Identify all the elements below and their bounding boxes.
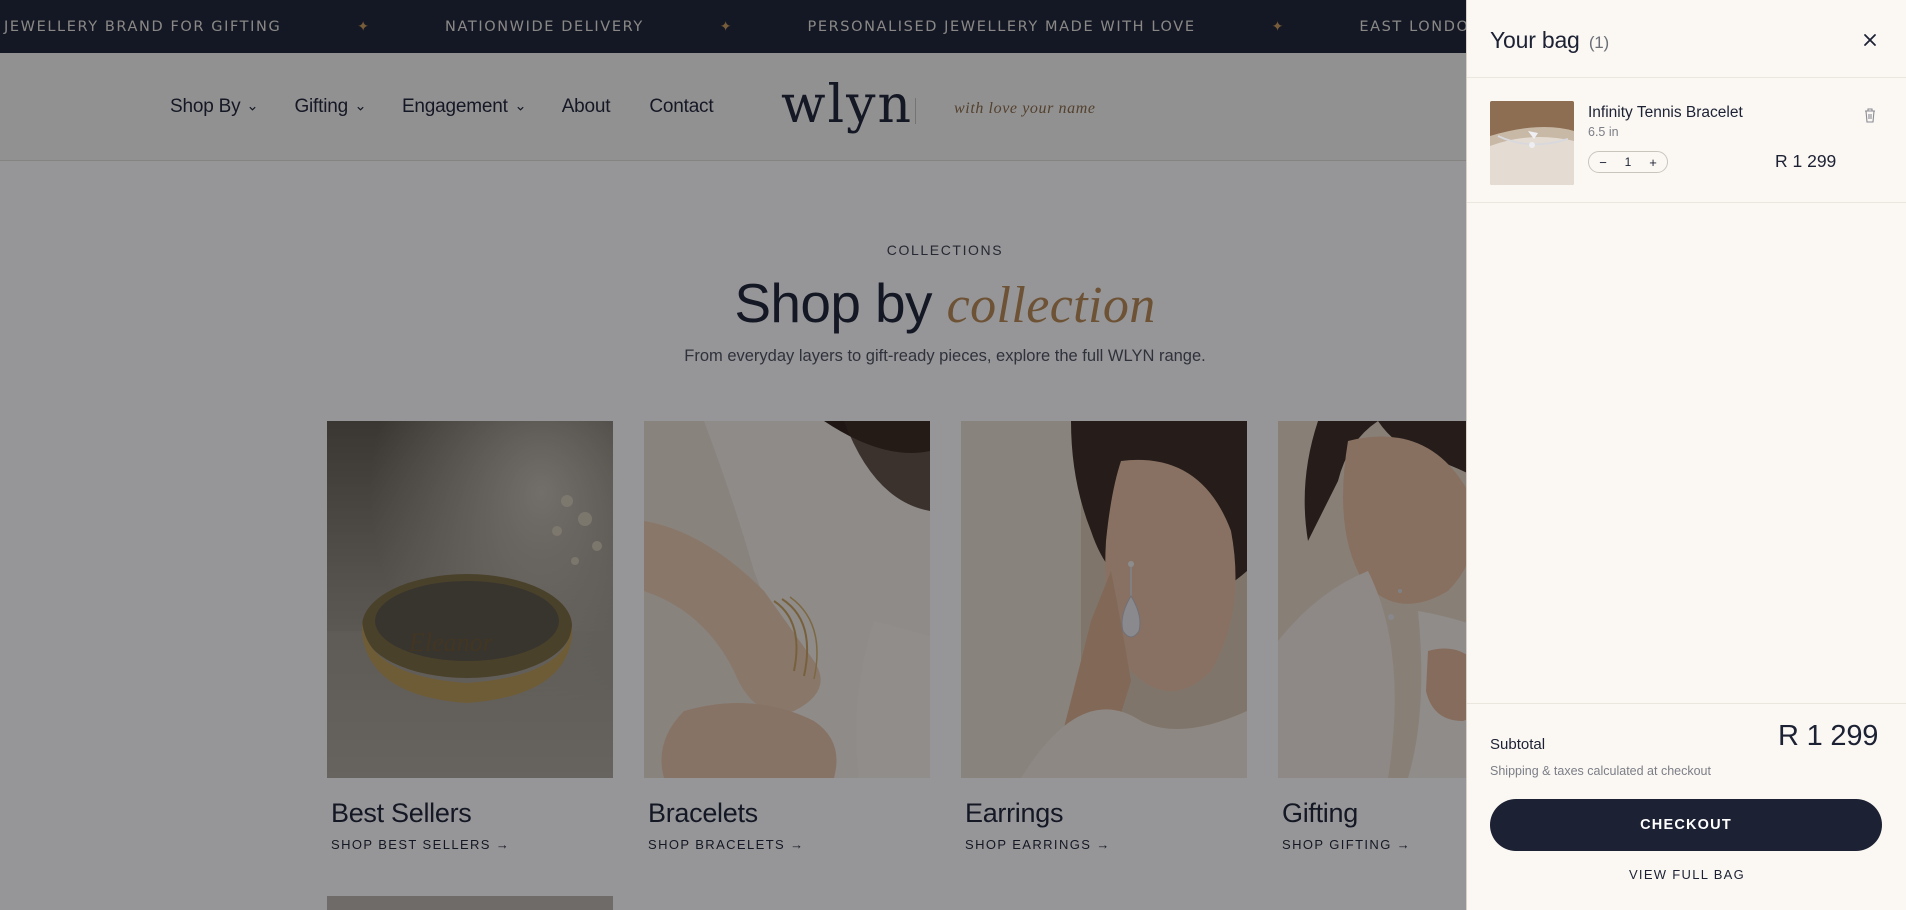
- view-full-bag-link[interactable]: VIEW FULL BAG: [1467, 867, 1906, 882]
- subtotal-label: Subtotal: [1490, 736, 1546, 753]
- item-name[interactable]: Infinity Tennis Bracelet: [1588, 104, 1743, 122]
- trash-icon[interactable]: [1862, 106, 1878, 124]
- decrease-quantity-button[interactable]: −: [1596, 155, 1610, 170]
- drawer-backdrop[interactable]: [0, 0, 1466, 910]
- subtotal-value: R 1 299: [1778, 720, 1879, 752]
- item-variant: 6.5 in: [1588, 125, 1619, 139]
- drawer-title: Your bag (1): [1490, 27, 1609, 54]
- bag-line-item: Infinity Tennis Bracelet 6.5 in − 1 + R …: [1467, 78, 1906, 203]
- shipping-note: Shipping & taxes calculated at checkout: [1490, 764, 1711, 778]
- quantity-value[interactable]: 1: [1625, 155, 1632, 169]
- close-icon[interactable]: [1859, 29, 1881, 51]
- item-price: R 1 299: [1775, 151, 1837, 171]
- drawer-title-text: Your bag: [1490, 27, 1580, 53]
- increase-quantity-button[interactable]: +: [1646, 155, 1660, 170]
- checkout-button[interactable]: CHECKOUT: [1490, 799, 1882, 851]
- bag-count: (1): [1588, 33, 1610, 52]
- bag-drawer: Your bag (1) Infinity Tennis Bracelet 6.…: [1466, 0, 1906, 910]
- drawer-footer: Subtotal R 1 299 Shipping & taxes calcul…: [1467, 703, 1906, 910]
- drawer-header: Your bag (1): [1467, 0, 1906, 78]
- quantity-stepper: − 1 +: [1588, 151, 1668, 173]
- bracelet-thumbnail: [1490, 101, 1574, 185]
- item-thumbnail[interactable]: [1490, 101, 1574, 185]
